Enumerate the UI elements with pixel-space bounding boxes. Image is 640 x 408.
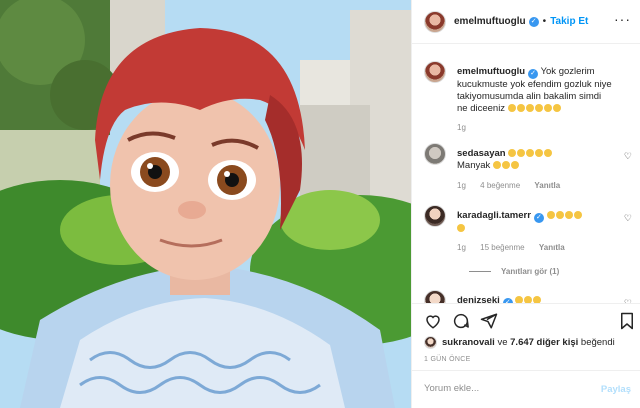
post-comment-button[interactable]: Paylaş xyxy=(601,384,631,395)
post-timestamp: 1 GÜN ÖNCE xyxy=(424,356,471,363)
comment-time: 1g xyxy=(457,243,466,252)
caption-username[interactable]: emelmuftuoglu xyxy=(457,66,525,77)
more-icon[interactable]: ··· xyxy=(614,12,631,26)
comment-input[interactable] xyxy=(424,383,584,394)
comments-list[interactable]: emelmuftuoglu ✓ Yok gozlerim kucukmuste y… xyxy=(412,45,640,303)
separator-dot: • xyxy=(542,16,547,27)
avatar[interactable] xyxy=(424,61,446,83)
likes-summary: sukranovali ve 7.647 diğer kişi beğendi xyxy=(424,336,615,349)
post-header: emelmuftuoglu ✓ • Takip Et ··· xyxy=(412,0,640,44)
comment-likes[interactable]: 4 beğenme xyxy=(480,181,520,190)
likes-others[interactable]: 7.647 diğer kişi xyxy=(510,337,578,348)
verified-icon: ✓ xyxy=(533,213,544,223)
post-photo[interactable] xyxy=(0,0,411,408)
heart-icon[interactable]: ♡ xyxy=(624,213,632,224)
follow-button[interactable]: Takip Et xyxy=(550,16,588,27)
heart-icon[interactable] xyxy=(424,312,442,330)
post-actions: sukranovali ve 7.647 diğer kişi beğendi … xyxy=(412,303,640,369)
liker-username[interactable]: sukranovali xyxy=(442,337,495,348)
divider xyxy=(469,271,491,272)
comment-text: sedasayan Manyak xyxy=(457,148,612,172)
avatar[interactable] xyxy=(424,336,437,349)
comment-icon[interactable] xyxy=(452,312,470,330)
author-username[interactable]: emelmuftuoglu xyxy=(454,16,526,27)
comment-likes[interactable]: 15 beğenme xyxy=(480,243,524,252)
caption-meta: 1g xyxy=(457,123,478,132)
comment-username[interactable]: denizseki xyxy=(457,295,500,303)
comment-body: Manyak xyxy=(457,160,491,171)
comment-time: 1g xyxy=(457,181,466,190)
comment-text: karadagli.tamerr ✓ xyxy=(457,210,612,235)
avatar[interactable] xyxy=(424,143,446,165)
comment-meta: 1g 15 beğenme Yanıtla xyxy=(457,243,577,252)
avatar[interactable] xyxy=(424,205,446,227)
comment-text: denizseki ✓ xyxy=(457,295,612,303)
comment-meta: 1g 4 beğenme Yanıtla xyxy=(457,181,572,190)
action-icons xyxy=(424,312,636,332)
comment-username[interactable]: karadagli.tamerr xyxy=(457,210,531,221)
caption-text: emelmuftuoglu ✓ Yok gozlerim kucukmuste y… xyxy=(457,66,612,115)
heart-icon[interactable]: ♡ xyxy=(624,151,632,162)
emoji-row xyxy=(515,295,542,303)
caption-time: 1g xyxy=(457,123,466,132)
likes-connector: ve xyxy=(497,337,508,348)
post-sidebar: emelmuftuoglu ✓ • Takip Et ··· emelmuftu… xyxy=(411,0,640,408)
reply-button[interactable]: Yanıtla xyxy=(539,243,565,252)
emoji-row xyxy=(492,160,520,171)
avatar[interactable] xyxy=(424,290,446,303)
photo-image xyxy=(0,0,411,408)
verified-icon: ✓ xyxy=(528,69,539,79)
reply-button[interactable]: Yanıtla xyxy=(534,181,560,190)
verified-icon: ✓ xyxy=(528,16,539,27)
avatar[interactable] xyxy=(424,10,446,33)
emoji-row xyxy=(507,103,562,114)
view-replies-button[interactable]: Yanıtları gör (1) xyxy=(469,267,559,276)
emoji-row xyxy=(508,148,553,159)
comment-box: Paylaş xyxy=(412,370,640,408)
likes-suffix: beğendi xyxy=(580,337,615,348)
share-icon[interactable] xyxy=(480,312,498,330)
view-replies-label[interactable]: Yanıtları gör (1) xyxy=(501,267,559,276)
bookmark-icon[interactable] xyxy=(618,312,636,330)
comment-username[interactable]: sedasayan xyxy=(457,148,506,159)
